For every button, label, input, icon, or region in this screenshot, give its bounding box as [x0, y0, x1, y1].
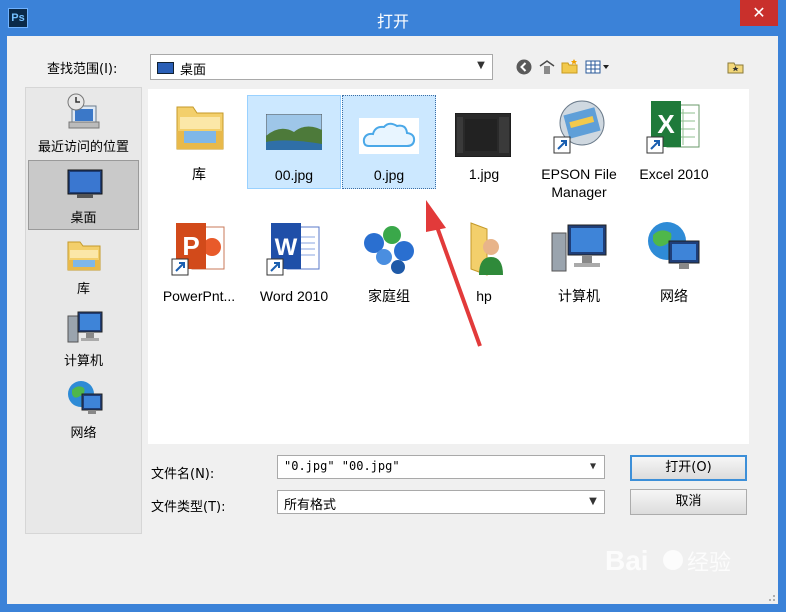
file-list-view[interactable]: 库 00.jpg 0.jpg 1.jpg EPSON File Manager … — [148, 89, 749, 444]
place-label: 网络 — [70, 426, 97, 441]
filename-input[interactable]: "0.jpg" "00.jpg" ▼ — [277, 455, 605, 479]
file-label: 0.jpg — [373, 167, 405, 183]
place-label: 计算机 — [63, 354, 103, 369]
landscape-image-icon — [266, 114, 322, 150]
dark-image-icon — [455, 113, 511, 157]
chevron-down-icon[interactable]: ▼ — [586, 460, 600, 474]
window-title: 打开 — [376, 12, 409, 31]
close-button[interactable]: ✕ — [740, 0, 778, 26]
chevron-down-icon[interactable]: ▼ — [586, 495, 600, 509]
file-label: EPSON File Manager — [532, 165, 626, 201]
file-item[interactable]: 家庭组 — [342, 217, 436, 311]
file-item[interactable]: 网络 — [627, 217, 721, 311]
back-icon[interactable] — [515, 58, 533, 76]
file-label-line1: EPSON File — [541, 166, 617, 182]
place-label: 桌面 — [70, 211, 97, 226]
svg-text:W: W — [275, 234, 298, 261]
file-item[interactable]: 00.jpg — [247, 95, 341, 189]
file-label: 库 — [192, 166, 206, 182]
places-bar: 最近访问的位置 桌面 库 计算机 网络 — [25, 87, 142, 534]
file-item[interactable]: 1.jpg — [437, 95, 531, 189]
file-item[interactable]: 库 — [152, 95, 246, 189]
open-button[interactable]: 打开(O) — [630, 455, 747, 481]
place-desktop[interactable]: 桌面 — [28, 160, 139, 230]
baidu-watermark: Bai 经验 — [605, 540, 775, 600]
look-in-value: 桌面 — [180, 63, 207, 78]
library-icon — [67, 241, 101, 271]
powerpoint-icon: P — [171, 223, 225, 276]
file-item[interactable]: 0.jpg — [342, 95, 436, 189]
file-label-line2: Manager — [551, 184, 607, 200]
file-label: 00.jpg — [274, 167, 314, 183]
file-label: 家庭组 — [368, 288, 410, 304]
svg-text:经验: 经验 — [687, 551, 731, 576]
cloud-image-icon — [359, 118, 419, 154]
baidu-logo-icon: Bai 经验 — [605, 545, 731, 576]
library-folder-icon — [176, 106, 224, 150]
title-bar[interactable]: Ps 打开 ✕ — [0, 0, 786, 36]
file-item[interactable]: W Word 2010 — [247, 217, 341, 311]
file-label: hp — [476, 288, 492, 304]
place-label: 库 — [76, 282, 90, 297]
file-label: 计算机 — [558, 288, 600, 304]
place-label: 最近访问的位置 — [37, 140, 129, 155]
file-item[interactable]: EPSON File Manager — [532, 95, 626, 200]
favorites-folder-icon[interactable] — [727, 58, 745, 76]
file-label: PowerPnt... — [162, 288, 236, 304]
file-label: Word 2010 — [259, 288, 329, 304]
open-dialog-window: Ps 打开 ✕ 查找范围(I): 桌面 ▼ 最近访问的位置 桌面 库 计算机 网… — [0, 0, 786, 612]
excel-icon: X — [646, 101, 700, 154]
chevron-down-icon[interactable]: ▼ — [474, 59, 488, 73]
file-label: 1.jpg — [468, 166, 500, 182]
filetype-label: 文件类型(T): — [151, 500, 226, 515]
place-network[interactable]: 网络 — [28, 376, 139, 446]
place-recent[interactable]: 最近访问的位置 — [28, 90, 139, 160]
svg-text:P: P — [182, 231, 199, 261]
file-item[interactable]: P PowerPnt... — [152, 217, 246, 311]
file-item[interactable]: X Excel 2010 — [627, 95, 721, 189]
new-folder-icon[interactable] — [561, 58, 579, 76]
filetype-value: 所有格式 — [284, 498, 337, 513]
network-icon — [68, 381, 103, 414]
file-item[interactable]: 计算机 — [532, 217, 626, 311]
cancel-button[interactable]: 取消 — [630, 489, 747, 515]
file-label: 网络 — [660, 288, 688, 304]
up-folder-icon[interactable] — [538, 58, 556, 76]
filename-value: "0.jpg" "00.jpg" — [284, 459, 400, 473]
network-icon — [648, 222, 700, 269]
computer-icon — [67, 311, 103, 343]
desktop-icon — [157, 62, 174, 74]
computer-icon — [551, 224, 607, 272]
dialog-client-area: 查找范围(I): 桌面 ▼ 最近访问的位置 桌面 库 计算机 网络 库 00.j… — [7, 36, 778, 604]
place-library[interactable]: 库 — [28, 232, 139, 302]
look-in-combobox[interactable]: 桌面 ▼ — [150, 54, 493, 80]
look-in-label: 查找范围(I): — [47, 62, 118, 77]
file-item[interactable]: hp — [437, 217, 531, 311]
recent-places-icon — [67, 93, 100, 129]
svg-text:X: X — [657, 109, 675, 139]
word-icon: W — [266, 223, 320, 276]
file-label: Excel 2010 — [639, 166, 709, 182]
homegroup-icon — [364, 226, 414, 274]
view-menu-icon[interactable] — [585, 58, 611, 76]
svg-text:Bai: Bai — [605, 545, 649, 576]
filename-label: 文件名(N): — [151, 467, 215, 482]
desktop-icon — [67, 169, 103, 198]
epson-icon — [553, 100, 605, 154]
user-folder-icon — [470, 222, 503, 276]
filetype-select[interactable]: 所有格式 ▼ — [277, 490, 605, 514]
place-computer[interactable]: 计算机 — [28, 304, 139, 374]
